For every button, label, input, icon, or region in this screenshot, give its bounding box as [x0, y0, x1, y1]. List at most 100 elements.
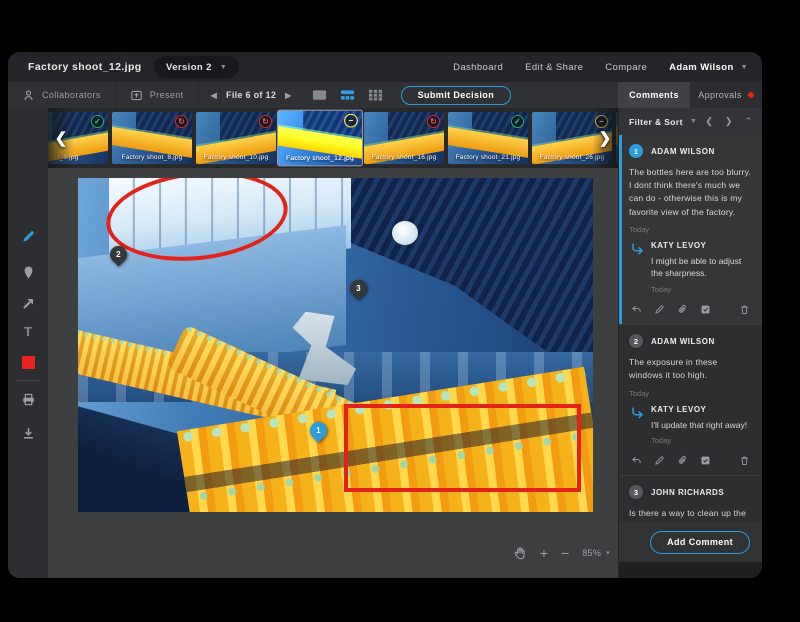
chevron-down-icon: ▼	[690, 118, 697, 125]
delete-icon[interactable]	[739, 304, 750, 315]
edit-icon[interactable]	[654, 304, 665, 315]
printer-icon	[21, 392, 36, 407]
panel-footer: Add Comment	[619, 522, 762, 562]
present-label: Present	[150, 90, 184, 100]
title-bar: Factory shoot_12.jpg Version 2 ▼ Dashboa…	[8, 52, 762, 82]
filmstrip-thumbnail-selected[interactable]: − Factory shoot_12.jpg	[278, 111, 362, 166]
filmstrip-thumbnail[interactable]: ↻ Factory shoot_8.jpg	[112, 112, 192, 164]
nav-compare[interactable]: Compare	[605, 62, 647, 73]
pencil-tool-button[interactable]	[8, 229, 48, 244]
filmstrip-thumbnail[interactable]: ↻ Factory shoot_16.jpg	[364, 112, 444, 164]
comment-body: The bottles here are too blurry. I dont …	[629, 166, 752, 219]
file-position-label: File 6 of 12	[226, 90, 276, 100]
add-comment-button[interactable]: Add Comment	[650, 531, 750, 554]
task-check-icon[interactable]	[700, 455, 711, 466]
status-changes-icon: ↻	[427, 115, 440, 128]
view-mode-switcher	[304, 82, 391, 108]
text-tool-button[interactable]: T	[8, 324, 48, 339]
rectangle-tool-icon	[22, 356, 35, 369]
edit-icon[interactable]	[654, 455, 665, 466]
chevron-down-icon: ▼	[220, 64, 227, 71]
reply-arrow-icon	[631, 242, 644, 255]
comment-timestamp: Today	[629, 225, 752, 234]
reply-timestamp: Today	[651, 285, 752, 294]
filmstrip-prev-button[interactable]: ❮	[48, 108, 74, 168]
comment-thread[interactable]: 3 JOHN RICHARDS Is there a way to clean …	[619, 476, 762, 522]
nav-edit-share[interactable]: Edit & Share	[525, 62, 583, 73]
reply-icon[interactable]	[631, 455, 642, 466]
filmstrip-next-button[interactable]: ❯	[592, 108, 618, 168]
reply-body: I might be able to adjust the sharpness.	[651, 255, 752, 281]
comment-actions	[629, 300, 752, 317]
next-file-button[interactable]: ▶	[285, 91, 291, 100]
grid-view-icon[interactable]	[368, 89, 383, 101]
download-button[interactable]	[8, 426, 48, 441]
comment-timestamp: Today	[629, 389, 752, 398]
download-icon	[21, 426, 36, 441]
status-changes-icon: ↻	[175, 115, 188, 128]
submit-decision-button[interactable]: Submit Decision	[401, 86, 512, 105]
tab-approvals[interactable]: Approvals	[690, 82, 762, 108]
file-navigator: ◀ File 6 of 12 ▶	[199, 82, 304, 108]
version-label: Version 2	[166, 62, 212, 73]
comment-author: ADAM WILSON	[651, 337, 715, 346]
person-icon	[22, 89, 35, 102]
comment-actions	[629, 451, 752, 468]
attachment-icon[interactable]	[677, 455, 688, 466]
print-button[interactable]	[8, 392, 48, 407]
comment-marker-3[interactable]: 3	[346, 276, 370, 300]
comment-author: JOHN RICHARDS	[651, 488, 724, 497]
nav-dashboard[interactable]: Dashboard	[453, 62, 503, 73]
task-check-icon[interactable]	[700, 304, 711, 315]
version-selector[interactable]: Version 2 ▼	[154, 56, 239, 78]
panel-bottom-spacer	[619, 562, 762, 578]
filmstrip-thumbnail[interactable]: ↻ Factory shoot_10.jpg	[196, 112, 276, 164]
pin-tool-button[interactable]	[8, 265, 48, 280]
attachment-icon[interactable]	[677, 304, 688, 315]
comment-author: ADAM WILSON	[651, 147, 715, 156]
reply-author: KATY LEVOY	[651, 405, 747, 414]
reply-arrow-icon	[631, 406, 644, 419]
collapse-panel-button[interactable]: ⌃	[744, 116, 752, 127]
rectangle-tool-button[interactable]	[8, 356, 48, 369]
filmstrip-thumbnail[interactable]: ✓ Factory shoot_21.jpg	[448, 112, 528, 164]
next-comment-button[interactable]: ❯	[725, 116, 733, 127]
status-pending-icon: −	[344, 114, 358, 128]
notification-dot	[748, 92, 754, 98]
user-menu[interactable]: Adam Wilson ▼	[669, 62, 748, 73]
factory-photo[interactable]: 2 3 1	[78, 178, 593, 512]
comments-panel: Filter & Sort ▼ ❮ ❯ ⌃ 1 ADAM WILSON The …	[618, 108, 762, 578]
delete-icon[interactable]	[739, 455, 750, 466]
arrow-tool-button[interactable]	[8, 296, 48, 311]
prev-comment-button[interactable]: ❮	[705, 116, 713, 127]
present-button[interactable]: Present	[116, 82, 199, 108]
pan-hand-icon[interactable]	[513, 546, 527, 560]
tab-comments[interactable]: Comments	[618, 82, 690, 108]
current-file-name: Factory shoot_12.jpg	[28, 61, 142, 73]
review-canvas[interactable]: 2 3 1 + − 85% ▾	[48, 168, 618, 578]
comment-reply: KATY LEVOY I might be able to adjust the…	[631, 241, 752, 295]
comment-thread[interactable]: 1 ADAM WILSON The bottles here are too b…	[619, 135, 762, 325]
filter-bar: Filter & Sort ▼ ❮ ❯ ⌃	[619, 108, 762, 135]
user-name: Adam Wilson	[669, 62, 734, 73]
comment-number-badge: 3	[629, 485, 643, 499]
status-approved-icon: ✓	[91, 115, 104, 128]
zoom-in-button[interactable]: +	[540, 546, 548, 560]
prev-file-button[interactable]: ◀	[211, 91, 217, 100]
reply-icon[interactable]	[631, 304, 642, 315]
comment-reply: KATY LEVOY I'll update that right away! …	[631, 405, 752, 446]
filmstrip-view-icon[interactable]	[340, 89, 355, 101]
text-tool-icon: T	[24, 324, 32, 339]
zoom-level-selector[interactable]: 85% ▾	[582, 548, 610, 558]
pencil-icon	[21, 229, 36, 244]
annotation-rectangle[interactable]	[344, 404, 581, 492]
single-view-icon[interactable]	[312, 89, 327, 101]
reply-author: KATY LEVOY	[651, 241, 752, 250]
reply-body: I'll update that right away!	[651, 419, 747, 432]
comment-number-badge: 1	[629, 144, 643, 158]
present-icon	[130, 89, 143, 102]
zoom-out-button[interactable]: −	[561, 546, 569, 560]
collaborators-button[interactable]: Collaborators	[8, 82, 116, 108]
comment-thread[interactable]: 2 ADAM WILSON The exposure in these wind…	[619, 325, 762, 476]
filter-sort-dropdown[interactable]: Filter & Sort	[629, 117, 683, 127]
